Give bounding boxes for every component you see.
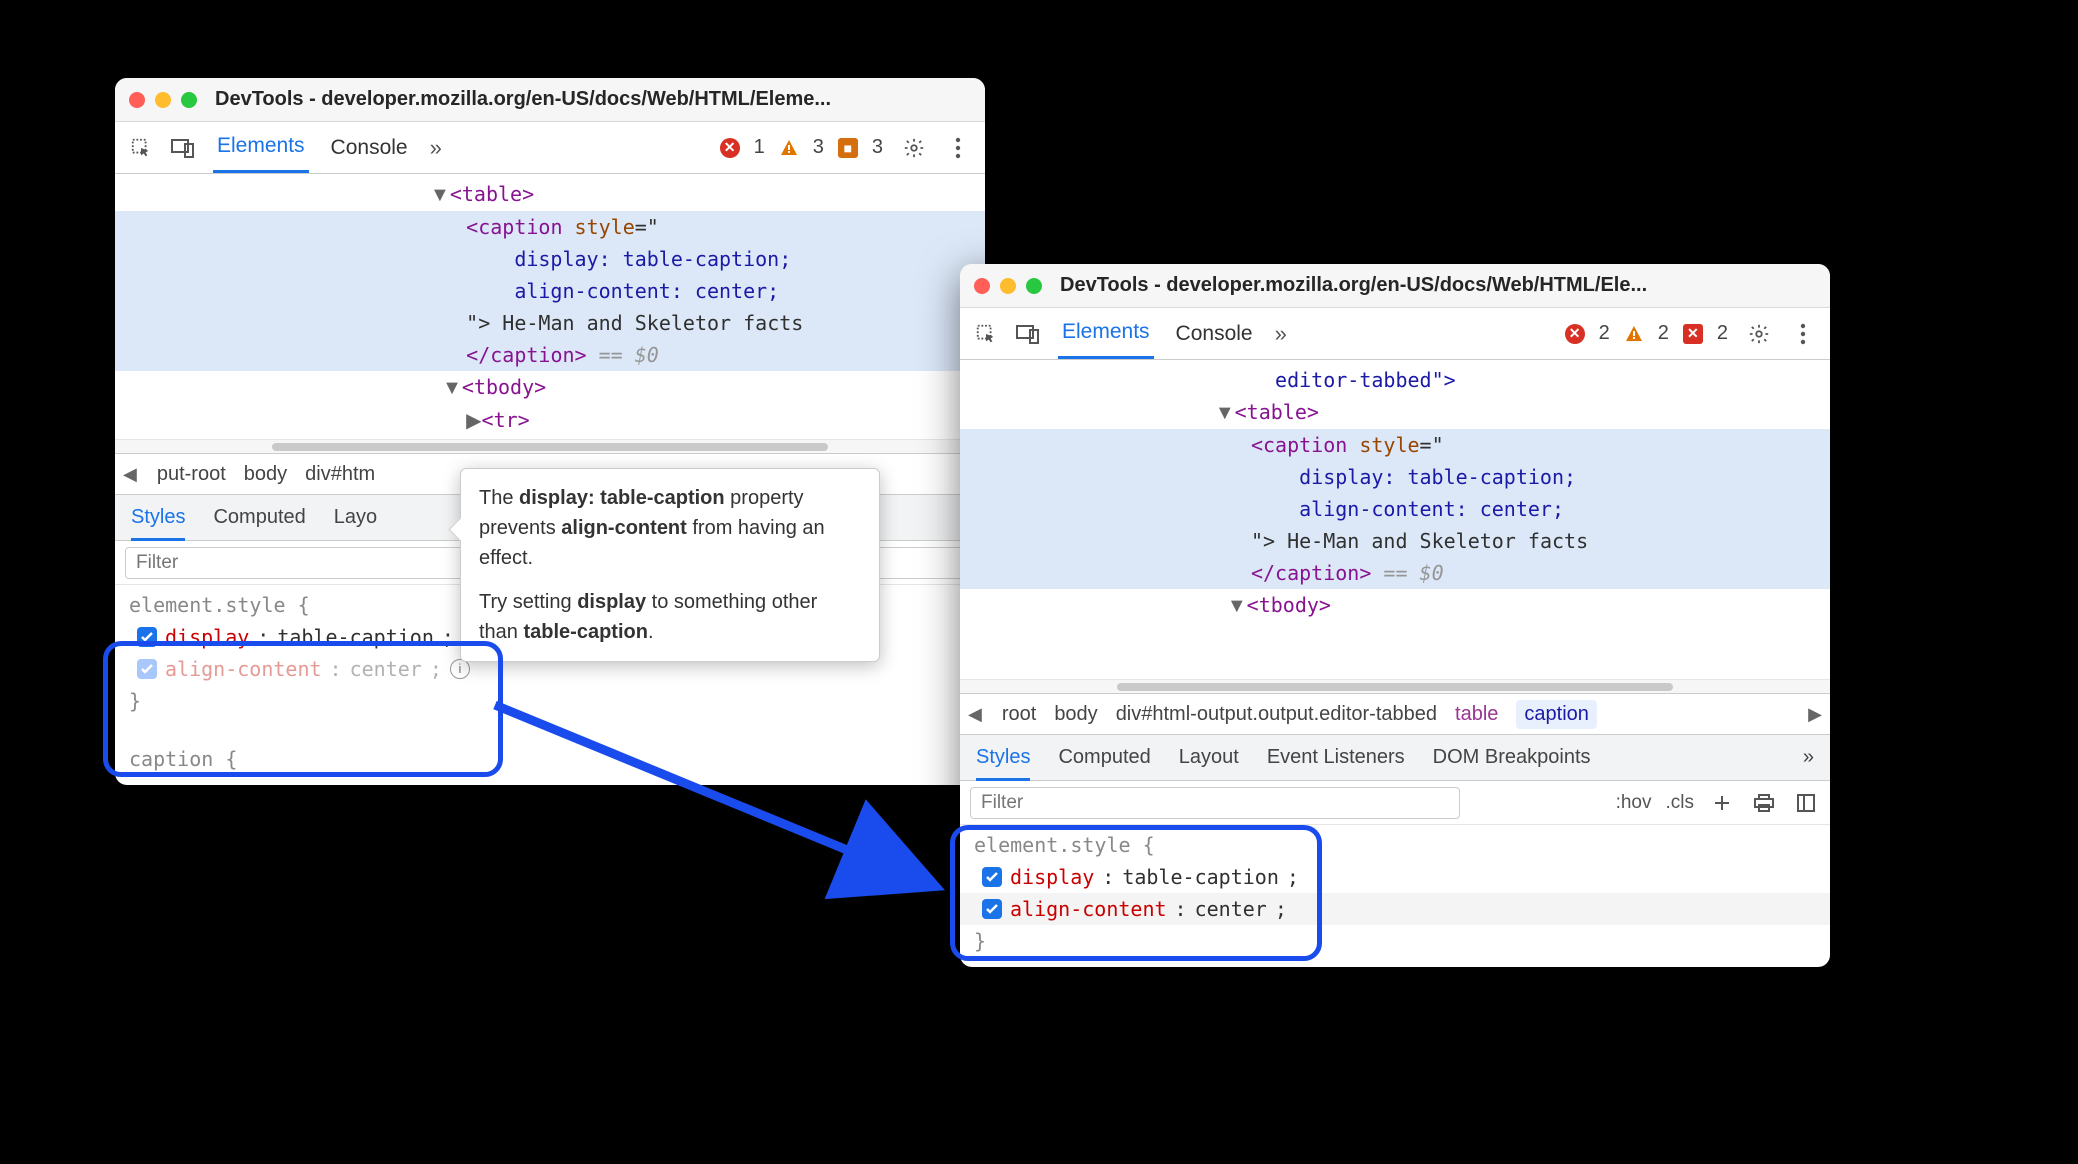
dom-node-caption-open[interactable]: <caption	[1251, 433, 1347, 457]
cls-toggle[interactable]: .cls	[1666, 792, 1695, 814]
tab-elements[interactable]: Elements	[1058, 308, 1154, 359]
crumb-item[interactable]: body	[1054, 703, 1097, 726]
checkbox-icon[interactable]	[137, 627, 157, 647]
styles-panel-tabs: Styles Computed Layout Event Listeners D…	[960, 735, 1830, 781]
dom-node-tr[interactable]: <tr>	[482, 408, 530, 432]
device-toolbar-icon[interactable]	[171, 136, 195, 160]
css-hint-tooltip: The display: table-caption property prev…	[460, 468, 880, 662]
issue-icon: ■	[838, 138, 858, 158]
traffic-lights	[129, 92, 197, 108]
dom-tree[interactable]: ▼<table> <caption style=" display: table…	[115, 174, 985, 439]
window-title: DevTools - developer.mozilla.org/en-US/d…	[215, 88, 831, 111]
dom-tree[interactable]: editor-tabbed"> ▼<table> <caption style=…	[960, 360, 1830, 679]
titlebar[interactable]: DevTools - developer.mozilla.org/en-US/d…	[960, 264, 1830, 308]
scrollbar[interactable]	[960, 679, 1830, 693]
zoom-icon[interactable]	[181, 92, 197, 108]
tab-console[interactable]: Console	[327, 124, 412, 172]
devtools-window-before: DevTools - developer.mozilla.org/en-US/d…	[115, 78, 985, 785]
crumb-item[interactable]: put-root	[157, 463, 226, 486]
dom-node-caption-close[interactable]: </caption>	[1251, 561, 1371, 585]
css-property-align-content[interactable]: align-content: center;	[960, 893, 1830, 925]
titlebar[interactable]: DevTools - developer.mozilla.org/en-US/d…	[115, 78, 985, 122]
warning-count: 2	[1658, 322, 1669, 345]
devtools-window-after: DevTools - developer.mozilla.org/en-US/d…	[960, 264, 1830, 967]
hov-toggle[interactable]: :hov	[1616, 792, 1652, 814]
dom-node-caption-close[interactable]: </caption>	[466, 343, 586, 367]
crumb-item[interactable]: div#html-output.output.editor-tabbed	[1116, 703, 1437, 726]
new-style-rule-icon[interactable]	[1708, 789, 1736, 817]
dom-node-caption-open[interactable]: <caption	[466, 215, 562, 239]
warning-count: 3	[813, 136, 824, 159]
error-count: 2	[1599, 322, 1610, 345]
computed-panel-icon[interactable]	[1792, 789, 1820, 817]
close-icon[interactable]	[129, 92, 145, 108]
tab-styles[interactable]: Styles	[131, 494, 185, 541]
devtools-toolbar: Elements Console » ✕ 1 3 ■ 3	[115, 122, 985, 174]
breadcrumb[interactable]: ◀ root body div#html-output.output.edito…	[960, 693, 1830, 735]
filter-input[interactable]	[970, 787, 1460, 819]
more-options-icon[interactable]	[1790, 321, 1816, 347]
issue-counts[interactable]: ✕ 2 2 ✕ 2	[1565, 322, 1728, 345]
dom-node-tbody[interactable]: <tbody>	[462, 375, 546, 399]
close-icon[interactable]	[974, 278, 990, 294]
filter-row: :hov .cls	[960, 781, 1830, 825]
tab-layout[interactable]: Layout	[1179, 734, 1239, 781]
issue-icon: ✕	[1683, 324, 1703, 344]
crumb-item[interactable]: body	[244, 463, 287, 486]
dom-node-table[interactable]: <table>	[450, 182, 534, 206]
warning-icon	[779, 138, 799, 158]
inspect-element-icon[interactable]	[974, 322, 998, 346]
zoom-icon[interactable]	[1026, 278, 1042, 294]
issue-counts[interactable]: ✕ 1 3 ■ 3	[720, 136, 883, 159]
crumb-item[interactable]: div#htm	[305, 463, 375, 486]
crumb-prev-icon[interactable]: ◀	[121, 464, 139, 485]
checkbox-icon[interactable]	[982, 899, 1002, 919]
tab-event-listeners[interactable]: Event Listeners	[1267, 734, 1405, 781]
devtools-toolbar: Elements Console » ✕ 2 2 ✕ 2	[960, 308, 1830, 360]
issue-count: 3	[872, 136, 883, 159]
dom-node-tbody[interactable]: <tbody>	[1247, 593, 1331, 617]
minimize-icon[interactable]	[1000, 278, 1016, 294]
rule-end: }	[960, 925, 1830, 957]
warning-icon	[1624, 324, 1644, 344]
settings-icon[interactable]	[901, 135, 927, 161]
error-icon: ✕	[1565, 324, 1585, 344]
checkbox-icon[interactable]	[137, 659, 157, 679]
more-tabs-icon[interactable]: »	[1275, 321, 1287, 347]
tab-dom-breakpoints[interactable]: DOM Breakpoints	[1433, 734, 1591, 781]
dom-node-table[interactable]: <table>	[1235, 400, 1319, 424]
print-media-icon[interactable]	[1750, 789, 1778, 817]
error-icon: ✕	[720, 138, 740, 158]
info-icon[interactable]: i	[450, 659, 470, 679]
tab-console[interactable]: Console	[1172, 310, 1257, 358]
crumb-next-icon[interactable]: ▶	[1806, 704, 1824, 725]
more-options-icon[interactable]	[945, 135, 971, 161]
rule-end: }	[115, 685, 985, 717]
checkbox-icon[interactable]	[982, 867, 1002, 887]
tab-elements[interactable]: Elements	[213, 122, 309, 173]
inspect-element-icon[interactable]	[129, 136, 153, 160]
tab-layout[interactable]: Layo	[334, 494, 377, 541]
issue-count: 2	[1717, 322, 1728, 345]
window-title: DevTools - developer.mozilla.org/en-US/d…	[1060, 274, 1647, 297]
tab-styles[interactable]: Styles	[976, 734, 1030, 781]
device-toolbar-icon[interactable]	[1016, 322, 1040, 346]
rule-selector[interactable]: element.style {	[960, 829, 1830, 861]
rule-partial: caption {	[115, 743, 985, 775]
crumb-prev-icon[interactable]: ◀	[966, 704, 984, 725]
crumb-item-selected[interactable]: caption	[1516, 700, 1597, 729]
more-panel-tabs-icon[interactable]: »	[1803, 746, 1814, 769]
more-tabs-icon[interactable]: »	[430, 135, 442, 161]
crumb-item[interactable]: table	[1455, 703, 1498, 726]
settings-icon[interactable]	[1746, 321, 1772, 347]
scrollbar[interactable]	[115, 439, 985, 453]
css-property-display[interactable]: display: table-caption;	[960, 861, 1830, 893]
tab-computed[interactable]: Computed	[213, 494, 305, 541]
tab-computed[interactable]: Computed	[1058, 734, 1150, 781]
crumb-item[interactable]: root	[1002, 703, 1036, 726]
style-rules: element.style { display: table-caption; …	[960, 825, 1830, 967]
minimize-icon[interactable]	[155, 92, 171, 108]
traffic-lights	[974, 278, 1042, 294]
error-count: 1	[754, 136, 765, 159]
